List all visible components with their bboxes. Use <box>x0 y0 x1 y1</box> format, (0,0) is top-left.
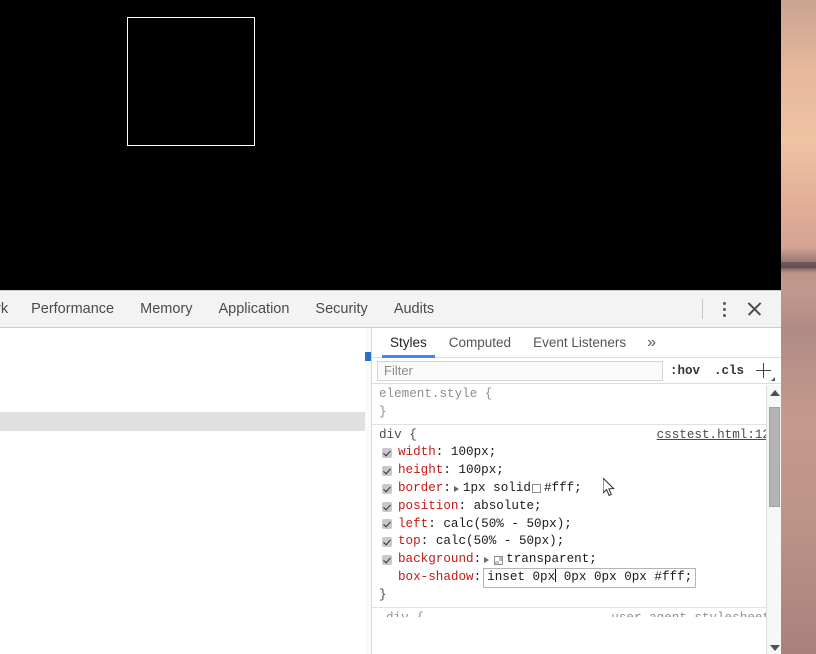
declaration-property: border <box>398 480 444 495</box>
declaration-value[interactable]: absolute; <box>474 498 542 516</box>
tab-event-listeners[interactable]: Event Listeners <box>522 328 637 357</box>
declaration-position[interactable]: position: absolute; <box>379 498 781 516</box>
filter-input[interactable] <box>377 360 663 381</box>
devtools-main-split: Styles Computed Event Listeners » :hov .… <box>0 328 781 654</box>
hov-toggle-button[interactable]: :hov <box>663 364 707 378</box>
editor-text-before-caret: inset 0px <box>487 569 556 584</box>
test-div-element[interactable] <box>127 17 255 146</box>
declaration-value[interactable]: transparent; <box>506 551 597 569</box>
declaration-top[interactable]: top: calc(50% - 50px); <box>379 533 781 551</box>
tab-computed[interactable]: Computed <box>438 328 522 357</box>
declaration-property: box-shadow <box>398 569 474 584</box>
declaration-property: width <box>398 445 436 460</box>
declaration-checkbox[interactable] <box>382 573 392 583</box>
wallpaper-pier-rail <box>780 262 816 268</box>
cls-toggle-button[interactable]: .cls <box>707 364 751 378</box>
declaration-property: left <box>398 516 429 531</box>
scroll-up-arrow-icon[interactable] <box>767 385 781 400</box>
tab-security[interactable]: Security <box>302 291 380 327</box>
rule-close-brace: } <box>379 587 387 602</box>
expander-triangle-icon[interactable] <box>453 485 459 492</box>
declaration-border[interactable]: border:1px solid #fff; <box>379 480 781 498</box>
declaration-property: position <box>398 498 459 513</box>
declaration-value[interactable]: 100px; <box>451 444 496 462</box>
declaration-value[interactable]: calc(50% - 50px); <box>443 516 571 534</box>
tab-application[interactable]: Application <box>205 291 302 327</box>
tab-performance[interactable]: Performance <box>18 291 127 327</box>
declaration-property: top <box>398 534 421 549</box>
devtools-tab-strip: rk Performance Memory Application Securi… <box>0 291 781 328</box>
kebab-menu-icon[interactable] <box>711 294 737 324</box>
rule-element-style[interactable]: element.style { } <box>372 384 781 424</box>
dom-pane-scrollbar[interactable] <box>365 328 371 654</box>
declaration-checkbox[interactable] <box>382 501 392 512</box>
rule-selector: element.style { <box>379 387 493 401</box>
rule-selector: div { <box>386 611 424 617</box>
devtools-tab-strip-actions <box>694 291 781 327</box>
declaration-checkbox[interactable] <box>382 466 392 477</box>
color-swatch-icon[interactable] <box>531 484 541 494</box>
declaration-property: background <box>398 552 474 567</box>
plus-icon[interactable] <box>751 360 777 382</box>
declaration-checkbox[interactable] <box>382 483 392 494</box>
declaration-background[interactable]: background: transparent; <box>379 551 781 569</box>
declaration-value-editor[interactable]: inset 0px 0px 0px 0px #fff; <box>483 567 697 588</box>
declaration-value[interactable]: calc(50% - 50px); <box>436 533 564 551</box>
tab-network[interactable]: rk <box>0 291 18 327</box>
tab-styles[interactable]: Styles <box>379 328 438 358</box>
declaration-box-shadow[interactable]: box-shadow: inset 0px 0px 0px 0px #fff; <box>379 567 781 588</box>
dom-tree-pane[interactable] <box>0 328 372 654</box>
toolbar-divider <box>702 299 703 319</box>
declaration-value[interactable]: 100px; <box>458 462 503 480</box>
tab-audits[interactable]: Audits <box>381 291 447 327</box>
styles-filter-row: :hov .cls <box>372 358 781 384</box>
scroll-down-arrow-icon[interactable] <box>767 640 781 654</box>
declaration-left[interactable]: left: calc(50% - 50px); <box>379 516 781 534</box>
rule-user-agent[interactable]: div { user agent stylesheet <box>372 606 781 617</box>
rule-close-brace: } <box>379 404 387 419</box>
declaration-width[interactable]: width: 100px; <box>379 444 781 462</box>
declaration-height[interactable]: height: 100px; <box>379 462 781 480</box>
screen: rk Performance Memory Application Securi… <box>0 0 816 654</box>
close-icon[interactable] <box>737 294 771 324</box>
transparent-swatch-icon[interactable] <box>494 555 504 565</box>
more-tabs-icon[interactable]: » <box>637 329 666 357</box>
styles-sub-tabs: Styles Computed Event Listeners » <box>372 328 781 358</box>
devtools-panel: rk Performance Memory Application Securi… <box>0 290 781 654</box>
declaration-checkbox[interactable] <box>382 448 392 459</box>
rule-source-link[interactable]: csstest.html:12 <box>657 427 770 445</box>
styles-pane: Styles Computed Event Listeners » :hov .… <box>372 328 781 654</box>
tab-memory[interactable]: Memory <box>127 291 205 327</box>
browser-viewport[interactable] <box>0 0 781 290</box>
rule-selector: div { <box>379 427 417 442</box>
rule-div[interactable]: div { csstest.html:12 width: 100px; heig… <box>372 423 781 607</box>
expander-triangle-icon[interactable] <box>484 557 490 564</box>
declaration-property: height <box>398 463 444 478</box>
declaration-checkbox[interactable] <box>382 519 392 530</box>
css-rules-list[interactable]: element.style { } div { csstest.html:12 … <box>372 384 781 654</box>
dom-selected-row[interactable] <box>0 412 371 431</box>
scrollbar-thumb[interactable] <box>769 407 780 507</box>
editor-text-after-caret: 0px 0px 0px #fff; <box>556 569 693 584</box>
styles-scrollbar[interactable] <box>766 385 781 654</box>
declaration-checkbox[interactable] <box>382 537 392 548</box>
rule-source-label: user agent stylesheet <box>611 610 770 617</box>
declaration-checkbox[interactable] <box>382 555 392 566</box>
